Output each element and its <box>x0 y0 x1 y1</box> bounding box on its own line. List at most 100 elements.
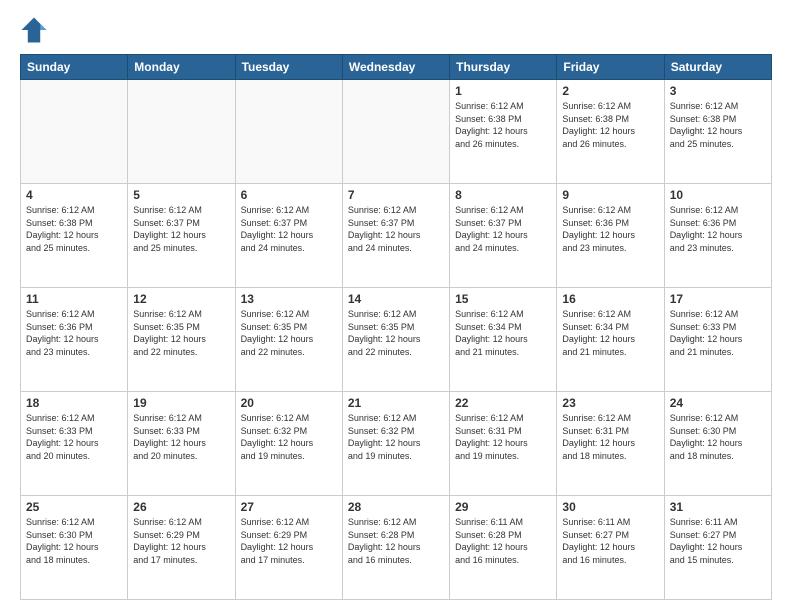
calendar-table: SundayMondayTuesdayWednesdayThursdayFrid… <box>20 54 772 600</box>
calendar-cell: 2 Sunrise: 6:12 AM Sunset: 6:38 PM Daylig… <box>557 80 664 184</box>
calendar-cell <box>342 80 449 184</box>
day-info: Sunrise: 6:12 AM Sunset: 6:38 PM Dayligh… <box>670 100 766 150</box>
day-info: Sunrise: 6:12 AM Sunset: 6:37 PM Dayligh… <box>133 204 229 254</box>
day-number: 17 <box>670 292 766 306</box>
calendar-cell: 24 Sunrise: 6:12 AM Sunset: 6:30 PM Dayli… <box>664 392 771 496</box>
day-info: Sunrise: 6:11 AM Sunset: 6:27 PM Dayligh… <box>562 516 658 566</box>
day-info: Sunrise: 6:12 AM Sunset: 6:31 PM Dayligh… <box>455 412 551 462</box>
day-info: Sunrise: 6:12 AM Sunset: 6:29 PM Dayligh… <box>241 516 337 566</box>
calendar-week-3: 18 Sunrise: 6:12 AM Sunset: 6:33 PM Dayli… <box>21 392 772 496</box>
day-number: 30 <box>562 500 658 514</box>
day-number: 29 <box>455 500 551 514</box>
calendar-cell: 15 Sunrise: 6:12 AM Sunset: 6:34 PM Dayli… <box>450 288 557 392</box>
day-info: Sunrise: 6:12 AM Sunset: 6:33 PM Dayligh… <box>26 412 122 462</box>
calendar-header-tuesday: Tuesday <box>235 55 342 80</box>
calendar-cell: 3 Sunrise: 6:12 AM Sunset: 6:38 PM Daylig… <box>664 80 771 184</box>
day-info: Sunrise: 6:12 AM Sunset: 6:37 PM Dayligh… <box>241 204 337 254</box>
day-number: 19 <box>133 396 229 410</box>
calendar-week-0: 1 Sunrise: 6:12 AM Sunset: 6:38 PM Daylig… <box>21 80 772 184</box>
day-info: Sunrise: 6:12 AM Sunset: 6:36 PM Dayligh… <box>562 204 658 254</box>
calendar-cell: 29 Sunrise: 6:11 AM Sunset: 6:28 PM Dayli… <box>450 496 557 600</box>
logo <box>20 16 52 44</box>
calendar-cell: 31Sunrise: 6:11 AM Sunset: 6:27 PM Dayli… <box>664 496 771 600</box>
calendar-cell: 21Sunrise: 6:12 AM Sunset: 6:32 PM Dayli… <box>342 392 449 496</box>
calendar-header-sunday: Sunday <box>21 55 128 80</box>
calendar-cell <box>21 80 128 184</box>
calendar-cell: 22 Sunrise: 6:12 AM Sunset: 6:31 PM Dayli… <box>450 392 557 496</box>
calendar-cell: 6Sunrise: 6:12 AM Sunset: 6:37 PM Daylig… <box>235 184 342 288</box>
day-info: Sunrise: 6:12 AM Sunset: 6:37 PM Dayligh… <box>455 204 551 254</box>
calendar-cell: 14 Sunrise: 6:12 AM Sunset: 6:35 PM Dayli… <box>342 288 449 392</box>
calendar-cell <box>235 80 342 184</box>
calendar-header-monday: Monday <box>128 55 235 80</box>
calendar-header-saturday: Saturday <box>664 55 771 80</box>
calendar-header-wednesday: Wednesday <box>342 55 449 80</box>
header <box>20 16 772 44</box>
calendar-cell: 27Sunrise: 6:12 AM Sunset: 6:29 PM Dayli… <box>235 496 342 600</box>
day-info: Sunrise: 6:12 AM Sunset: 6:29 PM Dayligh… <box>133 516 229 566</box>
calendar-cell: 20 Sunrise: 6:12 AM Sunset: 6:32 PM Dayli… <box>235 392 342 496</box>
calendar-header-row: SundayMondayTuesdayWednesdayThursdayFrid… <box>21 55 772 80</box>
day-number: 16 <box>562 292 658 306</box>
calendar-cell: 10 Sunrise: 6:12 AM Sunset: 6:36 PM Dayli… <box>664 184 771 288</box>
calendar-cell: 17 Sunrise: 6:12 AM Sunset: 6:33 PM Dayli… <box>664 288 771 392</box>
day-number: 15 <box>455 292 551 306</box>
logo-icon <box>20 16 48 44</box>
day-info: Sunrise: 6:12 AM Sunset: 6:33 PM Dayligh… <box>133 412 229 462</box>
calendar-week-4: 25Sunrise: 6:12 AM Sunset: 6:30 PM Dayli… <box>21 496 772 600</box>
calendar-week-1: 4 Sunrise: 6:12 AM Sunset: 6:38 PM Daylig… <box>21 184 772 288</box>
day-number: 26 <box>133 500 229 514</box>
calendar-cell: 11 Sunrise: 6:12 AM Sunset: 6:36 PM Dayli… <box>21 288 128 392</box>
calendar-cell: 12Sunrise: 6:12 AM Sunset: 6:35 PM Dayli… <box>128 288 235 392</box>
page: SundayMondayTuesdayWednesdayThursdayFrid… <box>0 0 792 612</box>
day-number: 20 <box>241 396 337 410</box>
calendar-cell: 25Sunrise: 6:12 AM Sunset: 6:30 PM Dayli… <box>21 496 128 600</box>
day-info: Sunrise: 6:12 AM Sunset: 6:28 PM Dayligh… <box>348 516 444 566</box>
day-number: 8 <box>455 188 551 202</box>
day-number: 28 <box>348 500 444 514</box>
day-number: 24 <box>670 396 766 410</box>
day-info: Sunrise: 6:12 AM Sunset: 6:30 PM Dayligh… <box>26 516 122 566</box>
calendar-cell: 5 Sunrise: 6:12 AM Sunset: 6:37 PM Daylig… <box>128 184 235 288</box>
day-info: Sunrise: 6:12 AM Sunset: 6:36 PM Dayligh… <box>26 308 122 358</box>
day-info: Sunrise: 6:12 AM Sunset: 6:30 PM Dayligh… <box>670 412 766 462</box>
day-number: 3 <box>670 84 766 98</box>
day-number: 1 <box>455 84 551 98</box>
calendar-header-friday: Friday <box>557 55 664 80</box>
calendar-week-2: 11 Sunrise: 6:12 AM Sunset: 6:36 PM Dayli… <box>21 288 772 392</box>
day-info: Sunrise: 6:12 AM Sunset: 6:32 PM Dayligh… <box>241 412 337 462</box>
day-info: Sunrise: 6:12 AM Sunset: 6:38 PM Dayligh… <box>562 100 658 150</box>
calendar-cell <box>128 80 235 184</box>
calendar-cell: 13 Sunrise: 6:12 AM Sunset: 6:35 PM Dayli… <box>235 288 342 392</box>
day-info: Sunrise: 6:11 AM Sunset: 6:28 PM Dayligh… <box>455 516 551 566</box>
calendar-cell: 7 Sunrise: 6:12 AM Sunset: 6:37 PM Daylig… <box>342 184 449 288</box>
day-info: Sunrise: 6:12 AM Sunset: 6:34 PM Dayligh… <box>562 308 658 358</box>
day-number: 11 <box>26 292 122 306</box>
day-info: Sunrise: 6:12 AM Sunset: 6:37 PM Dayligh… <box>348 204 444 254</box>
calendar-cell: 1Sunrise: 6:12 AM Sunset: 6:38 PM Daylig… <box>450 80 557 184</box>
day-number: 12 <box>133 292 229 306</box>
calendar-cell: 19 Sunrise: 6:12 AM Sunset: 6:33 PM Dayli… <box>128 392 235 496</box>
day-number: 4 <box>26 188 122 202</box>
calendar-cell: 30 Sunrise: 6:11 AM Sunset: 6:27 PM Dayli… <box>557 496 664 600</box>
day-number: 9 <box>562 188 658 202</box>
calendar-cell: 23Sunrise: 6:12 AM Sunset: 6:31 PM Dayli… <box>557 392 664 496</box>
calendar-cell: 9 Sunrise: 6:12 AM Sunset: 6:36 PM Daylig… <box>557 184 664 288</box>
calendar-header-thursday: Thursday <box>450 55 557 80</box>
day-number: 13 <box>241 292 337 306</box>
day-info: Sunrise: 6:12 AM Sunset: 6:36 PM Dayligh… <box>670 204 766 254</box>
day-info: Sunrise: 6:12 AM Sunset: 6:33 PM Dayligh… <box>670 308 766 358</box>
day-number: 2 <box>562 84 658 98</box>
day-number: 5 <box>133 188 229 202</box>
day-number: 7 <box>348 188 444 202</box>
day-info: Sunrise: 6:12 AM Sunset: 6:35 PM Dayligh… <box>241 308 337 358</box>
day-info: Sunrise: 6:12 AM Sunset: 6:38 PM Dayligh… <box>26 204 122 254</box>
day-number: 22 <box>455 396 551 410</box>
calendar-cell: 18 Sunrise: 6:12 AM Sunset: 6:33 PM Dayli… <box>21 392 128 496</box>
day-number: 10 <box>670 188 766 202</box>
day-info: Sunrise: 6:12 AM Sunset: 6:35 PM Dayligh… <box>348 308 444 358</box>
day-number: 18 <box>26 396 122 410</box>
day-number: 31 <box>670 500 766 514</box>
day-number: 14 <box>348 292 444 306</box>
day-info: Sunrise: 6:12 AM Sunset: 6:34 PM Dayligh… <box>455 308 551 358</box>
